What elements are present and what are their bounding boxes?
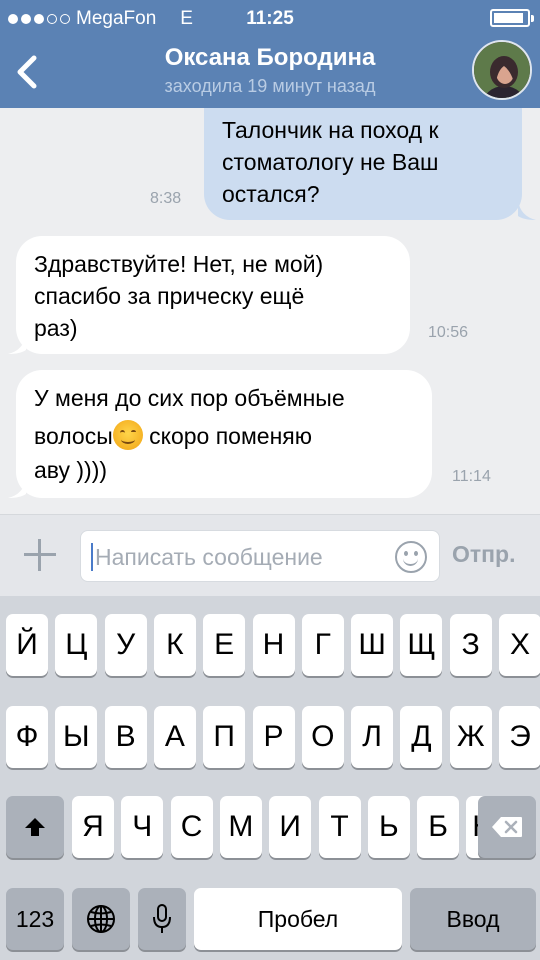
- key-д[interactable]: Д: [400, 706, 443, 768]
- status-bar: MegaFon E 11:25: [0, 0, 540, 36]
- key-й[interactable]: Й: [6, 614, 48, 676]
- key-м[interactable]: М: [219, 796, 262, 858]
- shift-icon: [25, 818, 45, 836]
- status-time: 11:25: [246, 8, 294, 29]
- send-button[interactable]: Отпр.: [452, 541, 516, 568]
- shift-key[interactable]: [6, 796, 64, 858]
- message-time: 8:38: [150, 190, 182, 207]
- key-в[interactable]: В: [104, 706, 147, 768]
- message-list[interactable]: Талончик на поход к стоматологу не Ваш о…: [0, 108, 540, 514]
- message-composer: Отпр.: [0, 514, 540, 596]
- bubble-tail-incoming: [8, 478, 26, 498]
- key-ц[interactable]: Ц: [55, 614, 98, 676]
- key-у[interactable]: У: [104, 614, 147, 676]
- backspace-icon: [492, 817, 522, 837]
- message-text: Здравствуйте! Нет, не мой) спасибо за пр…: [34, 251, 324, 341]
- message-text-fragment: скоро поменяю: [142, 423, 312, 449]
- key-а[interactable]: А: [153, 706, 196, 768]
- keyboard: ЙЦУКЕНГШЩЗХ ФЫВАПРОЛДЖЭ ЯЧСМИТЬБЮ 123 Пр…: [0, 596, 540, 960]
- key-г[interactable]: Г: [301, 614, 344, 676]
- attach-plus-icon[interactable]: [22, 537, 58, 573]
- contact-name[interactable]: Оксана Бородина: [100, 44, 440, 72]
- return-key[interactable]: Ввод: [410, 888, 536, 950]
- message-text-line: волосы скоро поменяю: [34, 420, 414, 452]
- last-seen-status: заходила 19 минут назад: [164, 76, 376, 96]
- key-л[interactable]: Л: [351, 706, 394, 768]
- message-bubble-outgoing[interactable]: Талончик на поход к стоматологу не Ваш о…: [204, 108, 522, 220]
- key-з[interactable]: З: [449, 614, 492, 676]
- bubble-tail-incoming: [8, 334, 26, 354]
- microphone-key[interactable]: [138, 888, 186, 950]
- delete-key[interactable]: [478, 796, 536, 858]
- space-key[interactable]: Пробел: [194, 888, 402, 950]
- key-р[interactable]: Р: [252, 706, 295, 768]
- chat-header: MegaFon E 11:25 Оксана Бородина заходила…: [0, 0, 540, 108]
- battery-level: [494, 13, 523, 23]
- key-о[interactable]: О: [301, 706, 344, 768]
- key-ь[interactable]: Ь: [367, 796, 410, 858]
- key-к[interactable]: К: [153, 614, 196, 676]
- key-н[interactable]: Н: [252, 614, 295, 676]
- key-щ[interactable]: Щ: [400, 614, 443, 676]
- battery-icon: [490, 9, 534, 27]
- smiling-face-emoji-icon: [112, 420, 143, 450]
- key-х[interactable]: Х: [499, 614, 540, 676]
- key-т[interactable]: Т: [318, 796, 361, 858]
- key-и[interactable]: И: [269, 796, 312, 858]
- key-е[interactable]: Е: [203, 614, 246, 676]
- key-ф[interactable]: Ф: [6, 706, 48, 768]
- key-ч[interactable]: Ч: [121, 796, 164, 858]
- message-text-fragment: волосы: [34, 423, 113, 449]
- message-text: У меня до сих пор объёмные волосы скоро …: [34, 382, 414, 486]
- key-ж[interactable]: Ж: [449, 706, 492, 768]
- key-я[interactable]: Я: [72, 796, 114, 858]
- key-э[interactable]: Э: [499, 706, 540, 768]
- key-п[interactable]: П: [203, 706, 246, 768]
- microphone-icon: [153, 904, 171, 933]
- message-text-line: У меня до сих пор объёмные: [34, 385, 345, 411]
- message-text: Талончик на поход к стоматологу не Ваш о…: [222, 117, 439, 207]
- message-field[interactable]: [80, 530, 440, 582]
- bubble-tail-outgoing: [518, 200, 536, 220]
- key-с[interactable]: С: [170, 796, 213, 858]
- message-text-line: аву )))): [34, 457, 108, 483]
- key-ы[interactable]: Ы: [55, 706, 98, 768]
- message-time: 10:56: [428, 324, 469, 341]
- key-б[interactable]: Б: [417, 796, 460, 858]
- message-time: 11:14: [452, 468, 491, 485]
- message-bubble-incoming[interactable]: Здравствуйте! Нет, не мой) спасибо за пр…: [16, 236, 410, 354]
- message-input[interactable]: [95, 539, 385, 575]
- avatar[interactable]: [472, 40, 532, 100]
- globe-icon: [87, 905, 115, 933]
- text-caret: [91, 543, 93, 571]
- globe-key[interactable]: [72, 888, 130, 950]
- back-button[interactable]: [8, 48, 48, 96]
- numbers-key[interactable]: 123: [6, 888, 64, 950]
- smiley-icon[interactable]: [395, 541, 427, 573]
- chevron-left-icon: [17, 55, 37, 89]
- key-ш[interactable]: Ш: [351, 614, 394, 676]
- message-bubble-incoming[interactable]: У меня до сих пор объёмные волосы скоро …: [16, 370, 432, 498]
